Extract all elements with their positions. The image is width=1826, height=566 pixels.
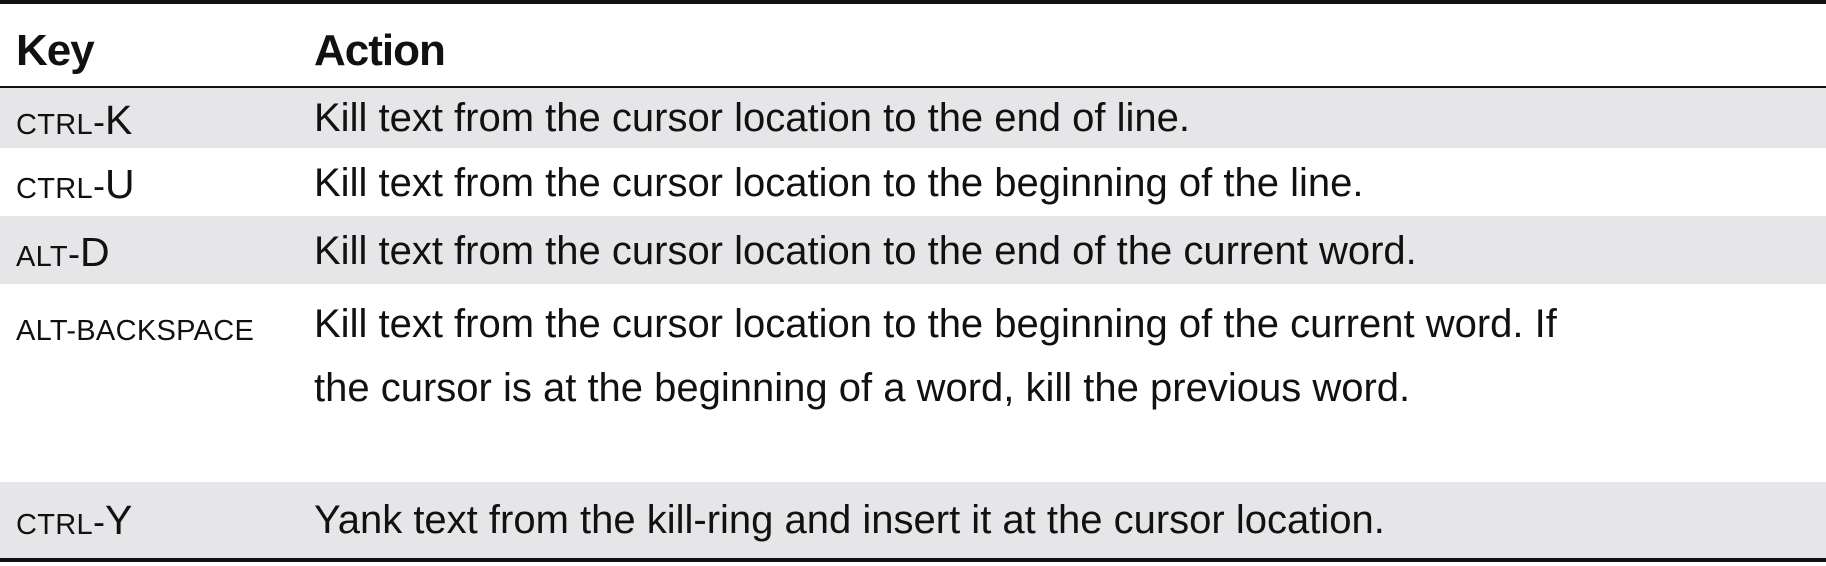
action-cell: Kill text from the cursor location to th… <box>314 219 1804 283</box>
action-cell: Yank text from the kill-ring and insert … <box>314 488 1804 552</box>
key-cell: CTRL-K <box>16 96 132 149</box>
key-letter: Y <box>104 497 133 543</box>
key-cell: CTRL-Y <box>16 496 132 549</box>
header-action: Action <box>314 26 446 75</box>
key-cell: ALT-BACKSPACE <box>16 302 254 355</box>
action-line: Kill text from the cursor location to th… <box>314 161 1364 205</box>
key-action-table: Key Action CTRL-K Kill text from the cur… <box>0 0 1826 566</box>
key-letter: U <box>104 161 135 207</box>
table-header-row: Key Action <box>0 4 1826 86</box>
key-letter: D <box>79 229 110 275</box>
key-modifier: CTRL <box>16 109 93 141</box>
table-row: ALT-D Kill text from the cursor location… <box>0 216 1826 284</box>
key-modifier: CTRL <box>16 509 93 541</box>
header-key: Key <box>16 26 95 75</box>
action-line: Yank text from the kill-ring and insert … <box>314 498 1385 542</box>
key-modifier: ALT-BACKSPACE <box>16 315 255 347</box>
key-dash: - <box>92 101 105 142</box>
table-row: CTRL-Y Yank text from the kill-ring and … <box>0 482 1826 558</box>
action-line: Kill text from the cursor location to th… <box>314 229 1417 273</box>
action-line: Kill text from the cursor location to th… <box>314 302 1557 346</box>
key-dash: - <box>67 233 80 274</box>
key-modifier: ALT <box>16 241 68 273</box>
table-row: CTRL-K Kill text from the cursor locatio… <box>0 88 1826 148</box>
key-modifier: CTRL <box>16 173 93 205</box>
key-cell: ALT-D <box>16 228 110 281</box>
action-cell: Kill text from the cursor location to th… <box>314 86 1804 150</box>
action-line: Kill text from the cursor location to th… <box>314 96 1190 140</box>
key-dash: - <box>92 165 105 206</box>
key-dash: - <box>92 501 105 542</box>
row-separator <box>0 480 1826 482</box>
table-bottom-rule <box>0 558 1826 562</box>
key-letter: K <box>104 97 133 143</box>
table-row: ALT-BACKSPACE Kill text from the cursor … <box>0 286 1826 420</box>
table-row: CTRL-U Kill text from the cursor locatio… <box>0 150 1826 216</box>
action-line: the cursor is at the beginning of a word… <box>314 366 1411 410</box>
action-cell: Kill text from the cursor location to th… <box>314 292 1804 420</box>
action-cell: Kill text from the cursor location to th… <box>314 151 1804 215</box>
key-cell: CTRL-U <box>16 160 135 213</box>
